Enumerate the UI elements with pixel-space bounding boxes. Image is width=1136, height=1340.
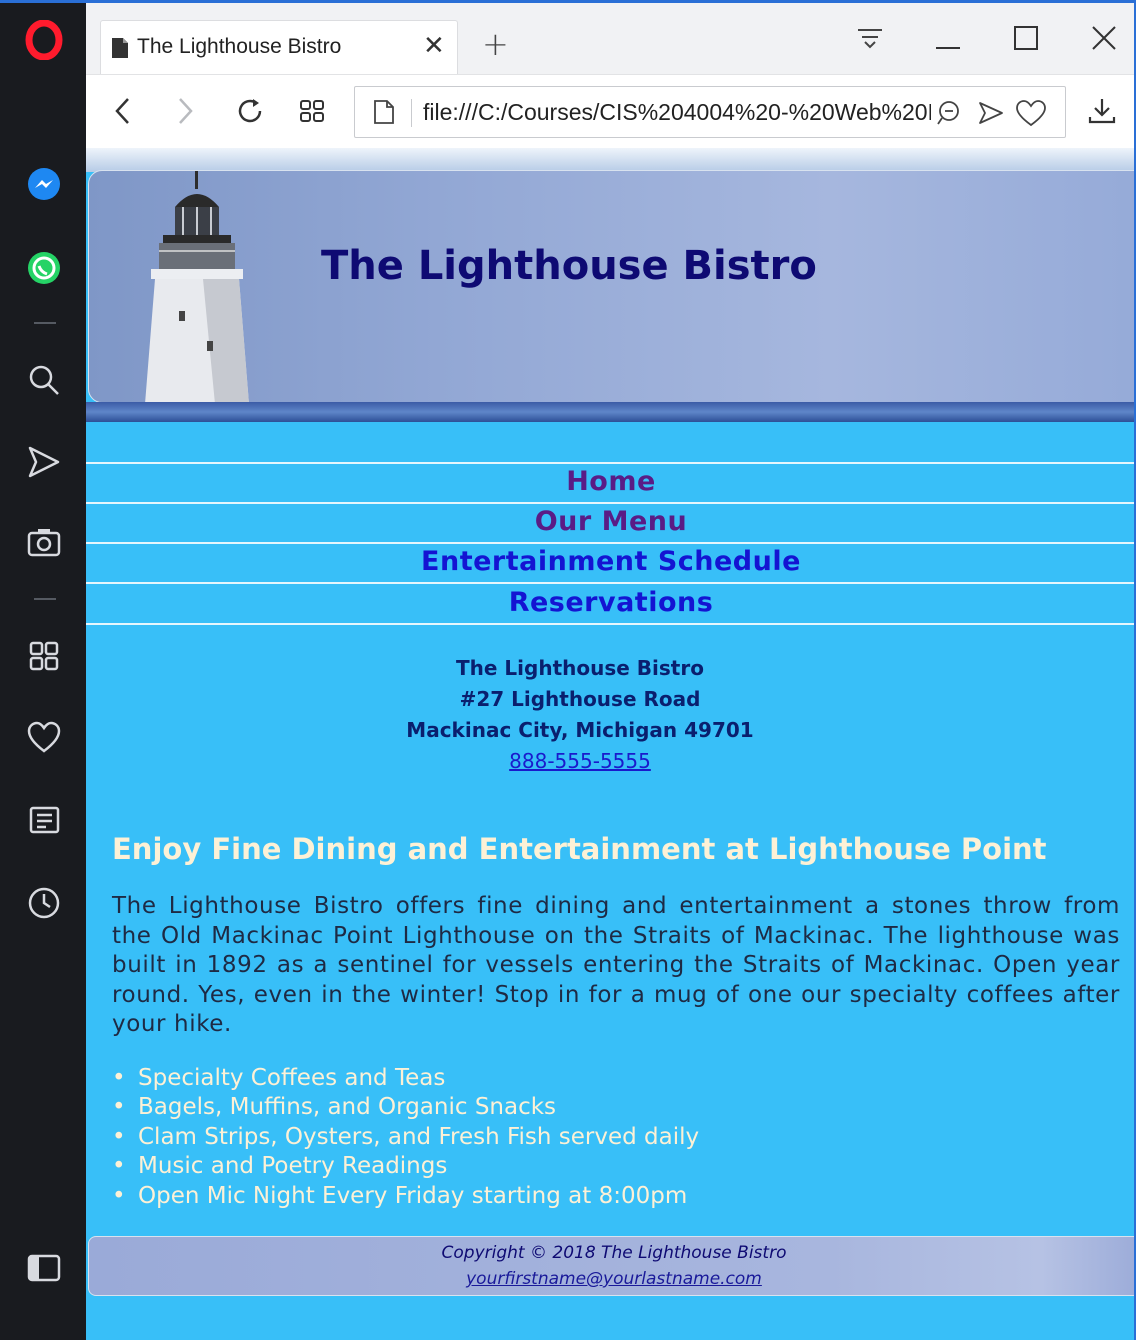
- copyright-text: Copyright © 2018 The Lighthouse Bistro: [441, 1243, 787, 1263]
- search-page-icon[interactable]: [935, 99, 963, 131]
- nav-entertainment-link[interactable]: Entertainment Schedule: [86, 546, 1136, 577]
- list-item: Specialty Coffees and Teas: [112, 1064, 1112, 1094]
- nav-divider: [86, 623, 1136, 625]
- nav-divider: [86, 462, 1136, 464]
- phone-link[interactable]: 888-555-5555: [509, 749, 651, 773]
- messenger-icon[interactable]: [22, 163, 66, 207]
- search-icon[interactable]: [22, 358, 66, 402]
- camera-icon[interactable]: [22, 520, 66, 564]
- nav-home-link[interactable]: Home: [86, 466, 1136, 497]
- site-footer: Copyright © 2018 The Lighthouse Bistro y…: [88, 1236, 1136, 1296]
- site-title: The Lighthouse Bistro: [321, 243, 817, 289]
- intro-paragraph: The Lighthouse Bistro offers fine dining…: [112, 893, 1120, 1037]
- maximize-icon[interactable]: [1006, 18, 1046, 58]
- nav-menu-link[interactable]: Our Menu: [86, 506, 1136, 537]
- nav-divider: [86, 542, 1136, 544]
- address-street: #27 Lighthouse Road: [459, 687, 701, 711]
- whatsapp-icon[interactable]: [22, 246, 66, 290]
- new-tab-button[interactable]: +: [482, 28, 509, 60]
- back-icon[interactable]: [102, 89, 146, 133]
- page-viewport: The Lighthouse Bistro Home Our Menu Ente…: [86, 148, 1136, 1340]
- browser-chrome: The Lighthouse Bistro ✕ + file:///C:/Cou…: [86, 0, 1136, 148]
- nav-reservations-link[interactable]: Reservations: [86, 587, 1136, 618]
- bookmark-heart-icon[interactable]: [1015, 99, 1047, 131]
- list-item: Open Mic Night Every Friday starting at …: [112, 1182, 1112, 1212]
- history-icon[interactable]: [22, 881, 66, 925]
- news-icon[interactable]: [22, 798, 66, 842]
- address-text[interactable]: file:///C:/Courses/CIS%204004%20-%20Web%…: [423, 99, 931, 126]
- list-item: Music and Poetry Readings: [112, 1152, 1112, 1182]
- site-header: The Lighthouse Bistro: [88, 170, 1136, 403]
- address-separator: [411, 99, 412, 127]
- nav-divider: [86, 502, 1136, 504]
- footer-email-link[interactable]: yourfirstname@yourlastname.com: [466, 1269, 762, 1289]
- lighthouse-image: [145, 171, 249, 402]
- close-window-icon[interactable]: [1084, 18, 1124, 58]
- browser-toolbar: file:///C:/Courses/CIS%204004%20-%20Web%…: [86, 74, 1136, 148]
- address-city: Mackinac City, Michigan 49701: [406, 718, 754, 742]
- header-sky: [86, 148, 1136, 172]
- tab-active[interactable]: The Lighthouse Bistro ✕: [100, 20, 458, 74]
- page-icon: [111, 37, 129, 63]
- header-water: [86, 402, 1136, 422]
- send-page-icon[interactable]: [977, 99, 1005, 131]
- address-name: The Lighthouse Bistro: [456, 656, 704, 680]
- tabs-overview-icon[interactable]: [290, 89, 334, 133]
- nav-divider: [86, 582, 1136, 584]
- opera-logo-icon[interactable]: [22, 18, 66, 62]
- list-item: Clam Strips, Oysters, and Fresh Fish ser…: [112, 1123, 1112, 1153]
- sidebar-divider: [34, 598, 56, 600]
- feature-list: Specialty Coffees and Teas Bagels, Muffi…: [112, 1064, 1112, 1211]
- section-heading: Enjoy Fine Dining and Entertainment at L…: [112, 832, 1047, 866]
- sidebar-toggle-icon[interactable]: [22, 1246, 66, 1290]
- file-icon: [373, 99, 395, 129]
- address-bar[interactable]: file:///C:/Courses/CIS%204004%20-%20Web%…: [354, 86, 1066, 138]
- window-frame-top: [0, 0, 1136, 3]
- download-icon[interactable]: [1080, 89, 1124, 133]
- address-phone-row: 888-555-5555: [346, 749, 814, 773]
- tab-close-icon[interactable]: ✕: [423, 33, 445, 59]
- heart-icon[interactable]: [22, 716, 66, 760]
- list-item: Bagels, Muffins, and Organic Snacks: [112, 1093, 1112, 1123]
- send-icon[interactable]: [22, 440, 66, 484]
- sidebar-divider: [34, 322, 56, 324]
- footer-email-row: yourfirstname@yourlastname.com: [89, 1269, 1136, 1289]
- speed-dial-icon[interactable]: [22, 634, 66, 678]
- minimize-icon[interactable]: [928, 18, 968, 58]
- reload-icon[interactable]: [228, 89, 272, 133]
- tab-title: The Lighthouse Bistro: [137, 35, 342, 58]
- browser-sidebar: [0, 0, 86, 1340]
- tab-menu-icon[interactable]: [850, 18, 890, 58]
- forward-icon[interactable]: [162, 89, 206, 133]
